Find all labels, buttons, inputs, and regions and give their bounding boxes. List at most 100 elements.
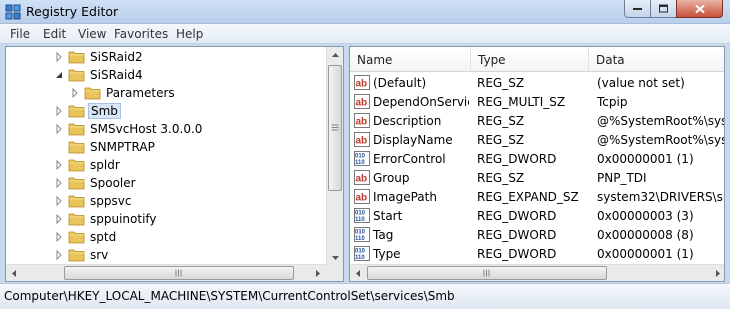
value-data: @%SystemRoot%\syste bbox=[597, 133, 724, 147]
scroll-right-icon[interactable] bbox=[709, 265, 725, 282]
value-type: REG_SZ bbox=[477, 76, 525, 90]
scroll-left-icon[interactable] bbox=[6, 265, 23, 282]
maximize-button[interactable] bbox=[650, 0, 677, 18]
value-data: @%SystemRoot%\syste bbox=[597, 114, 724, 128]
value-type: REG_DWORD bbox=[477, 209, 557, 223]
value-row[interactable]: ab Group REG_SZ PNP_TDI bbox=[350, 168, 724, 187]
tree-item-label: SiSRaid4 bbox=[90, 68, 143, 82]
tree-item-label: Spooler bbox=[90, 176, 136, 190]
value-row[interactable]: ab ImagePath REG_EXPAND_SZ system32\DRIVERS… bbox=[350, 187, 724, 206]
string-value-icon: ab bbox=[354, 75, 370, 90]
column-header-name[interactable]: Name bbox=[350, 47, 471, 72]
tree-item-label: srv bbox=[90, 248, 109, 262]
folder-icon bbox=[68, 231, 85, 244]
tree-item[interactable]: srv bbox=[6, 246, 328, 264]
svg-text:110: 110 bbox=[355, 236, 365, 242]
collapsed-arrow-icon[interactable] bbox=[54, 213, 64, 225]
collapsed-arrow-icon[interactable] bbox=[54, 249, 64, 261]
close-button[interactable] bbox=[676, 0, 723, 18]
column-header-type[interactable]: Type bbox=[471, 47, 589, 72]
svg-text:ab: ab bbox=[356, 174, 368, 185]
string-value-icon: ab bbox=[354, 170, 370, 185]
value-row[interactable]: ab Description REG_SZ @%SystemRoot%\syste bbox=[350, 111, 724, 130]
tree-item[interactable]: SMSvcHost 3.0.0.0 bbox=[6, 120, 328, 138]
value-type: REG_MULTI_SZ bbox=[477, 95, 566, 109]
tree-item[interactable]: Smb bbox=[6, 102, 328, 120]
tree-item[interactable]: sppsvc bbox=[6, 192, 328, 210]
value-data: Tcpip bbox=[597, 95, 628, 109]
menu-help[interactable]: Help bbox=[176, 27, 203, 41]
tree-item[interactable]: sptd bbox=[6, 228, 328, 246]
svg-text:010: 010 bbox=[355, 230, 366, 236]
tree-item[interactable]: Spooler bbox=[6, 174, 328, 192]
value-row[interactable]: 010 110 Tag REG_DWORD 0x00000008 (8) bbox=[350, 225, 724, 244]
tree-item-label: sptd bbox=[90, 230, 117, 244]
string-value-icon: ab bbox=[354, 94, 370, 109]
collapsed-arrow-icon[interactable] bbox=[54, 159, 64, 171]
binary-value-icon: 010110 bbox=[354, 208, 370, 223]
string-value-icon: ab bbox=[354, 189, 370, 204]
maximize-icon bbox=[658, 4, 668, 12]
folder-icon bbox=[68, 213, 85, 226]
tree-item-label: SNMPTRAP bbox=[90, 140, 155, 154]
menu-view[interactable]: View bbox=[78, 27, 106, 41]
tree-horizontal-scrollbar[interactable] bbox=[6, 264, 326, 281]
registry-key-tree[interactable]: SiSRaid2 SiSRaid4 Parameters Smb SMSvcHost 3… bbox=[5, 46, 344, 282]
tree-item[interactable]: spldr bbox=[6, 156, 328, 174]
collapsed-arrow-icon[interactable] bbox=[54, 51, 64, 63]
tree-item-label: sppsvc bbox=[90, 194, 132, 208]
value-row[interactable]: 010 110 Type REG_DWORD 0x00000001 (1) bbox=[350, 244, 724, 263]
svg-text:010: 010 bbox=[355, 249, 366, 255]
value-row[interactable]: ab DisplayName REG_SZ @%SystemRoot%\syste bbox=[350, 130, 724, 149]
tree-item[interactable]: SiSRaid4 bbox=[6, 66, 328, 84]
folder-icon bbox=[68, 177, 85, 190]
collapsed-arrow-icon[interactable] bbox=[54, 177, 64, 189]
tree-item[interactable]: Parameters bbox=[6, 84, 328, 102]
tree-vertical-scrollbar[interactable] bbox=[326, 47, 343, 266]
tree-horizontal-scroll-thumb[interactable] bbox=[64, 266, 294, 280]
collapsed-arrow-icon[interactable] bbox=[54, 231, 64, 243]
folder-icon bbox=[68, 195, 85, 208]
svg-text:ab: ab bbox=[356, 79, 368, 90]
svg-text:ab: ab bbox=[356, 117, 368, 128]
menu-bar: File Edit View Favorites Help bbox=[0, 24, 730, 44]
list-horizontal-scrollbar[interactable] bbox=[350, 264, 725, 282]
collapsed-arrow-icon[interactable] bbox=[70, 87, 80, 99]
tree-item[interactable]: SiSRaid2 bbox=[6, 48, 328, 66]
expanded-arrow-icon[interactable] bbox=[54, 69, 64, 81]
scroll-left-icon[interactable] bbox=[350, 265, 367, 282]
column-header-data[interactable]: Data bbox=[589, 47, 724, 72]
window-title: Registry Editor bbox=[26, 4, 119, 19]
menu-favorites[interactable]: Favorites bbox=[114, 27, 168, 41]
value-row[interactable]: 010 110 Start REG_DWORD 0x00000003 (3) bbox=[350, 206, 724, 225]
string-value-icon: ab bbox=[354, 132, 370, 147]
value-name: (Default) bbox=[373, 76, 427, 90]
collapsed-arrow-icon[interactable] bbox=[54, 105, 64, 117]
list-horizontal-scroll-thumb[interactable] bbox=[367, 266, 607, 280]
tree-item-label: SiSRaid2 bbox=[90, 50, 143, 64]
value-row[interactable]: ab (Default) REG_SZ (value not set) bbox=[350, 73, 724, 92]
tree-vertical-scroll-thumb[interactable] bbox=[328, 65, 342, 191]
title-bar[interactable]: Registry Editor bbox=[0, 0, 730, 24]
tree-item[interactable]: sppuinotify bbox=[6, 210, 328, 228]
menu-file[interactable]: File bbox=[10, 27, 30, 41]
menu-edit[interactable]: Edit bbox=[43, 27, 66, 41]
scroll-up-icon[interactable] bbox=[327, 47, 344, 64]
value-type: REG_DWORD bbox=[477, 247, 557, 261]
binary-value-icon: 010110 bbox=[354, 227, 370, 242]
svg-text:ab: ab bbox=[356, 98, 368, 109]
value-type: REG_DWORD bbox=[477, 228, 557, 242]
collapsed-arrow-icon[interactable] bbox=[54, 195, 64, 207]
value-type: REG_SZ bbox=[477, 114, 525, 128]
scroll-right-icon[interactable] bbox=[309, 265, 326, 282]
minimize-button[interactable] bbox=[624, 0, 651, 18]
tree-item[interactable]: SNMPTRAP bbox=[6, 138, 328, 156]
binary-value-icon: 010110 bbox=[354, 246, 370, 261]
grip-icon bbox=[483, 269, 490, 277]
value-row[interactable]: 010 110 ErrorControl REG_DWORD 0x00000001 (1… bbox=[350, 149, 724, 168]
registry-value-list[interactable]: Name Type Data ab (Default) REG_SZ (value n… bbox=[349, 46, 725, 282]
value-data: 0x00000001 (1) bbox=[597, 247, 694, 261]
collapsed-arrow-icon[interactable] bbox=[54, 123, 64, 135]
value-data: system32\DRIVERS\smb bbox=[597, 190, 724, 204]
value-row[interactable]: ab DependOnService REG_MULTI_SZ Tcpip bbox=[350, 92, 724, 111]
